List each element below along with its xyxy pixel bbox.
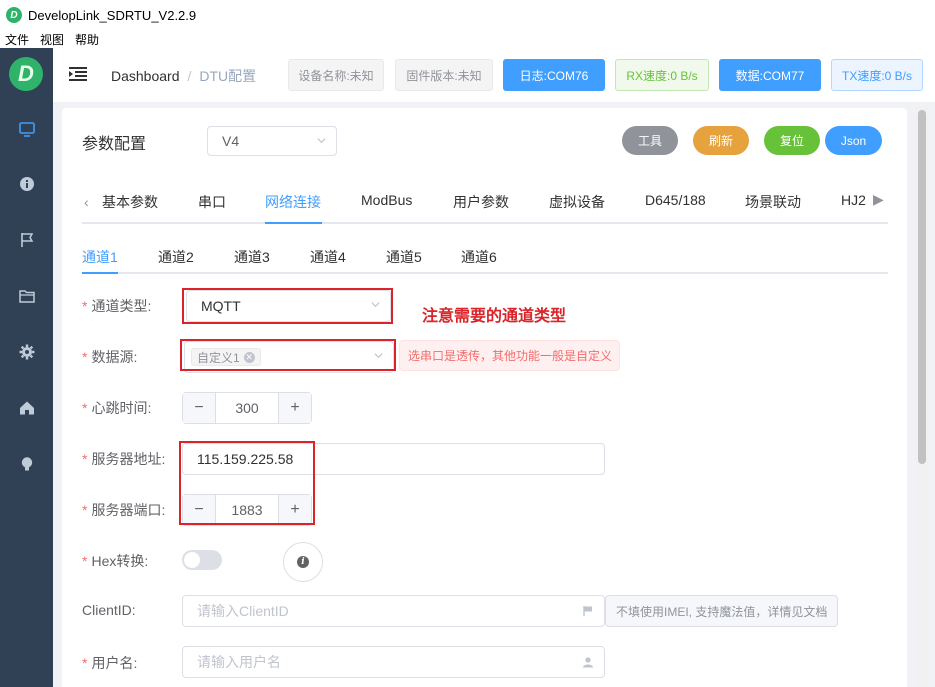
menu-bar: 文件 视图 帮助	[0, 30, 935, 48]
tab-d645[interactable]: D645/188	[645, 192, 706, 208]
username-label: * 用户名:	[82, 655, 138, 671]
client-id-hint: 不填使用IMEI, 支持魔法值，详情见文档	[605, 595, 838, 627]
server-address-label: * 服务器地址:	[82, 451, 166, 467]
version-select[interactable]: V4	[207, 126, 337, 156]
log-port-button[interactable]: 日志:COM76	[503, 59, 605, 91]
highlight-box	[182, 288, 393, 324]
toggle-knob	[184, 552, 200, 568]
user-icon	[583, 657, 593, 668]
json-button[interactable]: Json	[825, 126, 882, 155]
breadcrumb-current: DTU配置	[199, 68, 257, 84]
title-bar: D DevelopLink_SDRTU_V2.2.9	[0, 0, 935, 30]
server-port-label: * 服务器端口:	[82, 502, 166, 518]
app-logo-icon: D	[6, 7, 22, 23]
heartbeat-stepper[interactable]: − 300 +	[182, 392, 312, 424]
breadcrumb: Dashboard / DTU配置	[111, 66, 256, 86]
sidebar-logo[interactable]: D	[9, 57, 43, 91]
tab-virtual-device[interactable]: 虚拟设备	[549, 192, 605, 212]
window-title: DevelopLink_SDRTU_V2.2.9	[28, 7, 197, 23]
scrollbar-thumb[interactable]	[918, 110, 926, 464]
firmware-version-button[interactable]: 固件版本:未知	[395, 59, 493, 91]
hex-label: * Hex转换:	[82, 553, 149, 569]
main-area: 参数配置 V4 工具 刷新 复位 Json ‹ 基本参数 串口 网络连接 Mod…	[53, 102, 935, 687]
header: Dashboard / DTU配置 设备名称:未知 固件版本:未知 日志:COM…	[53, 48, 935, 102]
hex-toggle[interactable]	[182, 550, 222, 570]
gear-icon[interactable]	[16, 341, 38, 363]
tab-hj2[interactable]: HJ2	[841, 192, 866, 208]
version-value: V4	[222, 133, 240, 149]
sidebar: D	[0, 48, 53, 687]
active-subtab-underline	[82, 272, 118, 274]
menu-file[interactable]: 文件	[5, 31, 29, 48]
tool-button[interactable]: 工具	[622, 126, 678, 155]
heartbeat-label: * 心跳时间:	[82, 400, 152, 416]
tab-network[interactable]: 网络连接	[265, 192, 321, 212]
main-tabs: ‹ 基本参数 串口 网络连接 ModBus 用户参数 虚拟设备 D645/188…	[82, 188, 888, 224]
data-source-alert: 选串口是透传，其他功能一般是自定义	[399, 340, 620, 371]
scrollbar[interactable]	[915, 106, 929, 687]
highlight-box	[180, 339, 396, 371]
breadcrumb-dashboard[interactable]: Dashboard	[111, 68, 180, 84]
breadcrumb-separator: /	[187, 68, 192, 84]
client-id-input[interactable]: 请输入ClientID	[182, 595, 605, 627]
chevron-down-icon	[317, 138, 326, 144]
tab-channel-5[interactable]: 通道5	[386, 247, 422, 267]
annotation-note: 注意需要的通道类型	[422, 306, 567, 325]
heartbeat-value[interactable]: 300	[216, 393, 278, 423]
folder-icon[interactable]	[16, 285, 38, 307]
highlight-box	[179, 441, 315, 525]
info-button[interactable]: i	[283, 542, 323, 582]
channel-tabs: 通道1 通道2 通道3 通道4 通道5 通道6	[82, 240, 888, 274]
home-icon[interactable]	[16, 397, 38, 419]
menu-help[interactable]: 帮助	[75, 31, 99, 48]
data-port-button[interactable]: 数据:COM77	[719, 59, 821, 91]
tx-speed-badge: TX速度:0 B/s	[831, 59, 923, 91]
reset-button[interactable]: 复位	[764, 126, 820, 155]
client-id-label: ClientID:	[82, 602, 136, 618]
menu-view[interactable]: 视图	[40, 31, 64, 48]
tab-user-params[interactable]: 用户参数	[453, 192, 509, 212]
flag-icon[interactable]	[16, 229, 38, 251]
flag-icon	[583, 606, 592, 616]
tab-basic[interactable]: 基本参数	[102, 192, 158, 212]
tab-channel-6[interactable]: 通道6	[461, 247, 497, 267]
decrement-button[interactable]: −	[183, 393, 216, 423]
device-name-button[interactable]: 设备名称:未知	[288, 59, 384, 91]
info-icon: i	[297, 556, 309, 568]
tab-channel-4[interactable]: 通道4	[310, 247, 346, 267]
refresh-button[interactable]: 刷新	[693, 126, 749, 155]
increment-button[interactable]: +	[278, 393, 311, 423]
tab-channel-2[interactable]: 通道2	[158, 247, 194, 267]
bulb-icon[interactable]	[16, 453, 38, 475]
username-input[interactable]: 请输入用户名	[182, 646, 605, 678]
tab-serial[interactable]: 串口	[198, 192, 226, 212]
monitor-icon[interactable]	[16, 118, 38, 140]
config-card: 参数配置 V4 工具 刷新 复位 Json ‹ 基本参数 串口 网络连接 Mod…	[62, 108, 907, 687]
data-source-label: * 数据源:	[82, 349, 138, 365]
info-icon[interactable]	[16, 173, 38, 195]
card-title: 参数配置	[82, 136, 147, 153]
hamburger-icon[interactable]	[69, 66, 87, 82]
tab-scroll-left-icon[interactable]: ‹	[84, 194, 89, 210]
rx-speed-badge: RX速度:0 B/s	[615, 59, 709, 91]
tab-modbus[interactable]: ModBus	[361, 192, 412, 208]
active-tab-underline	[265, 222, 322, 224]
tab-channel-1[interactable]: 通道1	[82, 247, 118, 267]
tab-channel-3[interactable]: 通道3	[234, 247, 270, 267]
tab-scroll-right-icon[interactable]: ▶	[873, 191, 884, 208]
channel-type-label: * 通道类型:	[82, 298, 152, 314]
tab-scene[interactable]: 场景联动	[745, 192, 801, 212]
